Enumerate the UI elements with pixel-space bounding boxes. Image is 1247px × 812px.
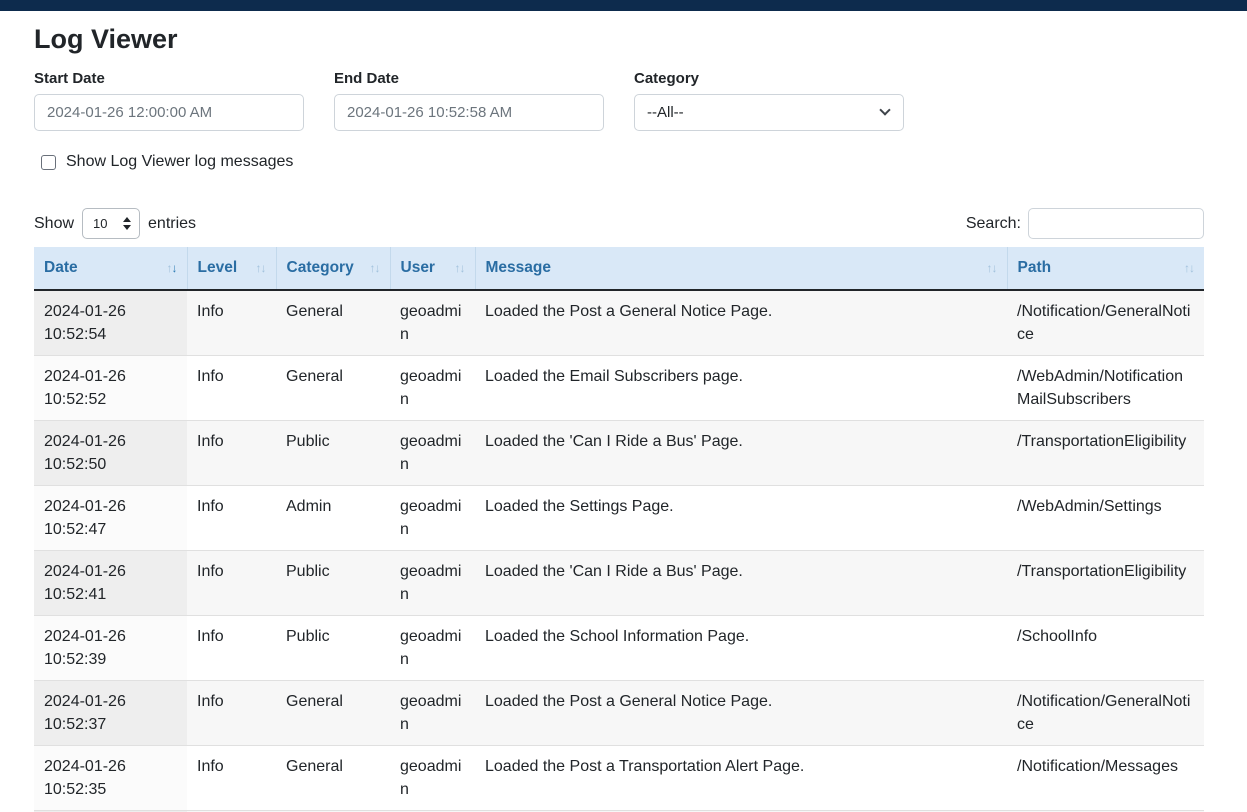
log-level-cell: Info [187,356,276,421]
log-category-cell: Public [276,421,390,486]
table-row: 2024-01-26 10:52:47 Info Admin geoadmin … [34,486,1204,551]
log-date-cell: 2024-01-26 10:52:52 [34,356,187,421]
log-path-cell: /Notification/GeneralNotice [1007,290,1204,356]
log-level-cell: Info [187,486,276,551]
sort-icon: ↑↓ [256,261,266,275]
log-message-cell: Loaded the 'Can I Ride a Bus' Page. [475,551,1007,616]
log-level-cell: Info [187,551,276,616]
log-category-cell: Public [276,551,390,616]
log-table-header: Date ↑↓ Level ↑↓ Category ↑↓ User ↑↓ Mes… [34,247,1204,290]
column-header-message[interactable]: Message ↑↓ [475,247,1007,290]
filter-bar: Start Date End Date Category --All-- [34,70,1204,131]
entries-select[interactable]: 10 [82,208,140,239]
search-label: Search: [966,215,1021,233]
page-length-control: Show 10 entries [34,208,196,239]
log-level-cell: Info [187,616,276,681]
top-navigation-bar [0,0,1247,11]
show-log-messages-checkbox[interactable] [41,155,56,170]
log-level-cell: Info [187,290,276,356]
entries-label: entries [148,215,196,233]
start-date-field: Start Date [34,70,304,131]
log-table: Date ↑↓ Level ↑↓ Category ↑↓ User ↑↓ Mes… [34,247,1204,812]
table-row: 2024-01-26 10:52:41 Info Public geoadmin… [34,551,1204,616]
page-title: Log Viewer [34,24,1204,55]
log-category-cell: General [276,681,390,746]
column-header-category[interactable]: Category ↑↓ [276,247,390,290]
log-viewer-page: Log Viewer Start Date End Date Category … [0,24,1247,812]
log-category-cell: General [276,356,390,421]
log-level-cell: Info [187,746,276,811]
log-category-cell: General [276,746,390,811]
log-category-cell: Public [276,616,390,681]
sort-icon: ↑↓ [987,261,997,275]
category-field: Category --All-- [634,70,904,131]
table-controls: Show 10 entries Search: [34,208,1204,239]
sort-icon: ↑↓ [455,261,465,275]
log-user-cell: geoadmin [390,746,475,811]
sort-icon: ↑↓ [370,261,380,275]
table-row: 2024-01-26 10:52:37 Info General geoadmi… [34,681,1204,746]
table-row: 2024-01-26 10:52:39 Info Public geoadmin… [34,616,1204,681]
start-date-label: Start Date [34,70,304,87]
log-date-cell: 2024-01-26 10:52:50 [34,421,187,486]
show-log-messages-row: Show Log Viewer log messages [34,153,1204,171]
log-date-cell: 2024-01-26 10:52:41 [34,551,187,616]
log-user-cell: geoadmin [390,551,475,616]
log-user-cell: geoadmin [390,290,475,356]
sort-icon: ↑↓ [1184,261,1194,275]
log-message-cell: Loaded the School Information Page. [475,616,1007,681]
log-date-cell: 2024-01-26 10:52:39 [34,616,187,681]
log-user-cell: geoadmin [390,681,475,746]
search-control: Search: [966,208,1204,239]
log-message-cell: Loaded the Post a Transportation Alert P… [475,746,1007,811]
log-category-cell: General [276,290,390,356]
log-user-cell: geoadmin [390,421,475,486]
log-message-cell: Loaded the Email Subscribers page. [475,356,1007,421]
show-label: Show [34,215,74,233]
table-row: 2024-01-26 10:52:52 Info General geoadmi… [34,356,1204,421]
log-message-cell: Loaded the Settings Page. [475,486,1007,551]
category-select[interactable]: --All-- [634,94,904,131]
log-path-cell: /Notification/GeneralNotice [1007,681,1204,746]
show-log-messages-label[interactable]: Show Log Viewer log messages [66,153,293,171]
log-message-cell: Loaded the Post a General Notice Page. [475,290,1007,356]
log-date-cell: 2024-01-26 10:52:35 [34,746,187,811]
log-table-body: 2024-01-26 10:52:54 Info General geoadmi… [34,290,1204,812]
table-row: 2024-01-26 10:52:35 Info General geoadmi… [34,746,1204,811]
log-path-cell: /SchoolInfo [1007,616,1204,681]
category-label: Category [634,70,904,87]
table-row: 2024-01-26 10:52:50 Info Public geoadmin… [34,421,1204,486]
log-date-cell: 2024-01-26 10:52:47 [34,486,187,551]
log-date-cell: 2024-01-26 10:52:54 [34,290,187,356]
log-user-cell: geoadmin [390,616,475,681]
column-header-path[interactable]: Path ↑↓ [1007,247,1204,290]
log-user-cell: geoadmin [390,486,475,551]
sort-icon: ↑↓ [167,261,177,275]
log-user-cell: geoadmin [390,356,475,421]
column-header-date[interactable]: Date ↑↓ [34,247,187,290]
log-path-cell: /WebAdmin/Settings [1007,486,1204,551]
log-message-cell: Loaded the Post a General Notice Page. [475,681,1007,746]
log-date-cell: 2024-01-26 10:52:37 [34,681,187,746]
log-path-cell: /Notification/Messages [1007,746,1204,811]
table-row: 2024-01-26 10:52:54 Info General geoadmi… [34,290,1204,356]
log-path-cell: /TransportationEligibility [1007,421,1204,486]
column-header-level[interactable]: Level ↑↓ [187,247,276,290]
log-category-cell: Admin [276,486,390,551]
end-date-input[interactable] [334,94,604,131]
search-input[interactable] [1028,208,1204,239]
log-level-cell: Info [187,421,276,486]
end-date-field: End Date [334,70,604,131]
log-level-cell: Info [187,681,276,746]
column-header-user[interactable]: User ↑↓ [390,247,475,290]
log-path-cell: /TransportationEligibility [1007,551,1204,616]
log-path-cell: /WebAdmin/NotificationMailSubscribers [1007,356,1204,421]
end-date-label: End Date [334,70,604,87]
start-date-input[interactable] [34,94,304,131]
log-message-cell: Loaded the 'Can I Ride a Bus' Page. [475,421,1007,486]
